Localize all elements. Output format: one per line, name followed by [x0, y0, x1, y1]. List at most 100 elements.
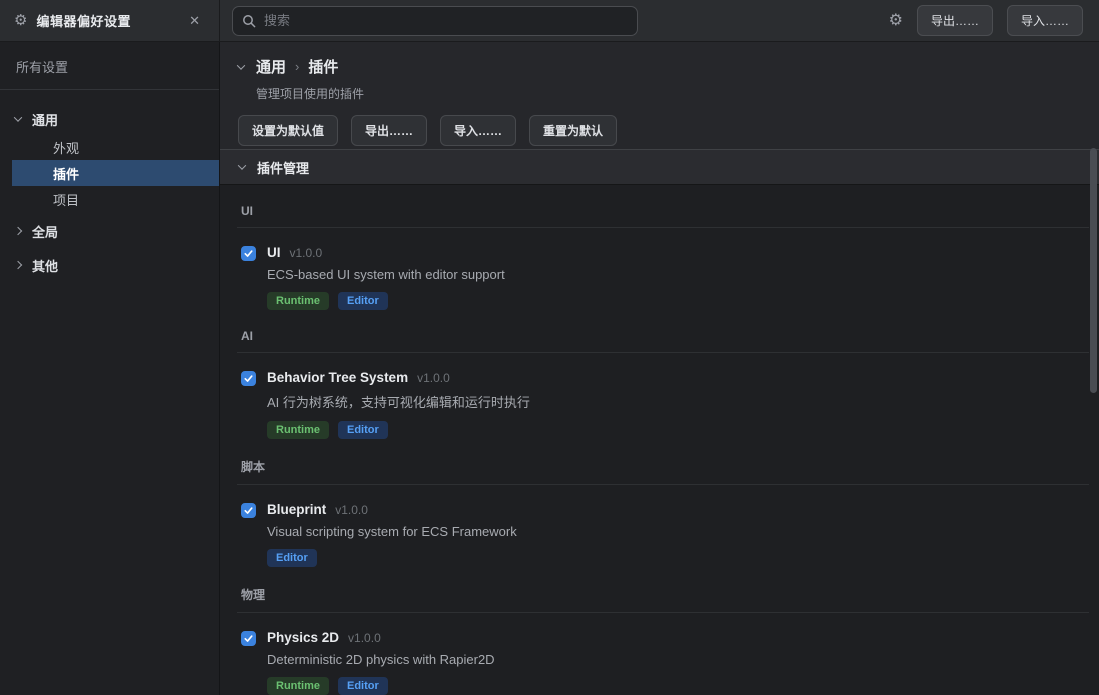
- category-label: AI: [241, 329, 1089, 343]
- plugin-name: UI: [267, 245, 281, 260]
- plugin-badge-editor: Editor: [338, 677, 388, 695]
- settings-tree: 通用 外观 插件 项目 全局 其他: [0, 90, 219, 280]
- check-icon: [243, 373, 254, 384]
- plugin-name: Behavior Tree System: [267, 370, 408, 385]
- sidebar-group-global[interactable]: 全局: [0, 216, 219, 246]
- sidebar-item-label: 项目: [53, 190, 79, 209]
- plugin-badge-runtime: Runtime: [267, 421, 329, 439]
- main-panel: 通用 › 插件 管理项目使用的插件 设置为默认值 导出…… 导入…… 重置为默认…: [220, 42, 1099, 695]
- breadcrumb: 通用 › 插件: [238, 56, 1099, 77]
- topbar-actions: ⚙ 导出…… 导入……: [889, 5, 1099, 36]
- sidebar-item-label: 插件: [53, 164, 79, 183]
- plugin-category: 物理 Physics 2D v1.0.0 Deterministic 2D ph…: [237, 586, 1089, 695]
- breadcrumb-current: 插件: [308, 56, 338, 77]
- reset-to-default-button[interactable]: 重置为默认: [529, 115, 617, 146]
- sidebar-group-label: 全局: [32, 222, 58, 241]
- sidebar-header: 所有设置: [0, 42, 219, 90]
- chevron-down-icon: [238, 161, 246, 169]
- plugin-badge-runtime: Runtime: [267, 292, 329, 310]
- import-settings-button[interactable]: 导入……: [440, 115, 516, 146]
- export-button[interactable]: 导出……: [917, 5, 993, 36]
- settings-sidebar: 所有设置 通用 外观 插件 项目 全局: [0, 42, 220, 695]
- plugin-name: Physics 2D: [267, 630, 339, 645]
- chevron-down-icon: [14, 113, 22, 121]
- plugin-row: UI v1.0.0 ECS-based UI system with edito…: [241, 245, 1089, 310]
- plugin-name: Blueprint: [267, 502, 326, 517]
- breadcrumb-parent: 通用: [256, 56, 286, 77]
- plugin-badge-editor: Editor: [338, 421, 388, 439]
- plugin-checkbox[interactable]: [241, 371, 256, 386]
- section-title: 插件管理: [257, 158, 309, 177]
- import-button[interactable]: 导入……: [1007, 5, 1083, 36]
- plugin-badges: Editor: [267, 549, 517, 567]
- category-label: 脚本: [241, 458, 1089, 475]
- sidebar-item-plugins[interactable]: 插件: [12, 160, 219, 186]
- plugin-badge-runtime: Runtime: [267, 677, 329, 695]
- plugin-row: Behavior Tree System v1.0.0 AI 行为树系统，支持可…: [241, 370, 1089, 439]
- plugin-description: Deterministic 2D physics with Rapier2D: [267, 652, 495, 667]
- sidebar-group-label: 通用: [32, 110, 58, 129]
- plugin-info: Physics 2D v1.0.0 Deterministic 2D physi…: [267, 630, 495, 695]
- sidebar-group-general[interactable]: 通用: [0, 104, 219, 134]
- close-icon[interactable]: ✕: [184, 11, 205, 31]
- sidebar-group-other[interactable]: 其他: [0, 250, 219, 280]
- scrollbar-thumb[interactable]: [1090, 148, 1097, 393]
- set-as-default-button[interactable]: 设置为默认值: [238, 115, 338, 146]
- plugin-badges: Runtime Editor: [267, 421, 530, 439]
- plugin-version: v1.0.0: [335, 503, 368, 517]
- plugin-category: UI UI v1.0.0 ECS-based UI system with ed…: [237, 204, 1089, 310]
- search-input[interactable]: [264, 13, 628, 28]
- chevron-right-icon: [14, 227, 22, 235]
- category-divider: [237, 352, 1089, 353]
- export-settings-button[interactable]: 导出……: [351, 115, 427, 146]
- plugin-description: AI 行为树系统，支持可视化编辑和运行时执行: [267, 392, 530, 411]
- category-label: UI: [241, 204, 1089, 218]
- category-divider: [237, 612, 1089, 613]
- preferences-window: ⚙ 编辑器偏好设置 ✕ ⚙ 导出…… 导入…… 所有设置 通用: [0, 0, 1099, 695]
- sidebar-item-project[interactable]: 项目: [12, 186, 219, 212]
- plugin-category: AI Behavior Tree System v1.0.0 AI 行为树系统，…: [237, 329, 1089, 439]
- window-title-bar: ⚙ 编辑器偏好设置 ✕: [0, 0, 220, 41]
- chevron-right-icon: [14, 261, 22, 269]
- page-header: 通用 › 插件 管理项目使用的插件 设置为默认值 导出…… 导入…… 重置为默认: [220, 42, 1099, 149]
- plugin-list: UI UI v1.0.0 ECS-based UI system with ed…: [220, 185, 1099, 695]
- topbar: ⚙ 编辑器偏好设置 ✕ ⚙ 导出…… 导入……: [0, 0, 1099, 42]
- search-icon: [242, 14, 256, 28]
- plugin-badges: Runtime Editor: [267, 677, 495, 695]
- plugin-checkbox[interactable]: [241, 246, 256, 261]
- plugin-description: ECS-based UI system with editor support: [267, 267, 505, 282]
- plugin-version: v1.0.0: [417, 371, 450, 385]
- plugin-checkbox[interactable]: [241, 631, 256, 646]
- sidebar-item-label: 外观: [53, 138, 79, 157]
- plugin-version: v1.0.0: [290, 246, 323, 260]
- plugin-category: 脚本 Blueprint v1.0.0 Visual scripting sys…: [237, 458, 1089, 567]
- action-buttons: 设置为默认值 导出…… 导入…… 重置为默认: [238, 115, 1099, 146]
- plugin-badge-editor: Editor: [338, 292, 388, 310]
- plugin-row: Physics 2D v1.0.0 Deterministic 2D physi…: [241, 630, 1089, 695]
- plugin-row: Blueprint v1.0.0 Visual scripting system…: [241, 502, 1089, 567]
- plugin-badge-editor: Editor: [267, 549, 317, 567]
- section-plugin-management[interactable]: 插件管理: [220, 149, 1099, 185]
- plugin-description: Visual scripting system for ECS Framewor…: [267, 524, 517, 539]
- plugin-info: Blueprint v1.0.0 Visual scripting system…: [267, 502, 517, 567]
- page-subtitle: 管理项目使用的插件: [256, 85, 1099, 102]
- category-label: 物理: [241, 586, 1089, 603]
- sidebar-item-appearance[interactable]: 外观: [12, 134, 219, 160]
- plugin-badges: Runtime Editor: [267, 292, 505, 310]
- search-box[interactable]: [232, 6, 638, 36]
- breadcrumb-separator-icon: ›: [295, 59, 299, 74]
- check-icon: [243, 633, 254, 644]
- window-title: 编辑器偏好设置: [36, 11, 131, 30]
- settings-gear-icon[interactable]: ⚙: [889, 13, 903, 29]
- gear-icon: ⚙: [14, 13, 27, 28]
- plugin-info: Behavior Tree System v1.0.0 AI 行为树系统，支持可…: [267, 370, 530, 439]
- sidebar-group-label: 其他: [32, 256, 58, 275]
- category-divider: [237, 484, 1089, 485]
- plugin-version: v1.0.0: [348, 631, 381, 645]
- check-icon: [243, 248, 254, 259]
- plugin-checkbox[interactable]: [241, 503, 256, 518]
- plugin-info: UI v1.0.0 ECS-based UI system with edito…: [267, 245, 505, 310]
- chevron-down-icon[interactable]: [237, 61, 245, 69]
- category-divider: [237, 227, 1089, 228]
- check-icon: [243, 505, 254, 516]
